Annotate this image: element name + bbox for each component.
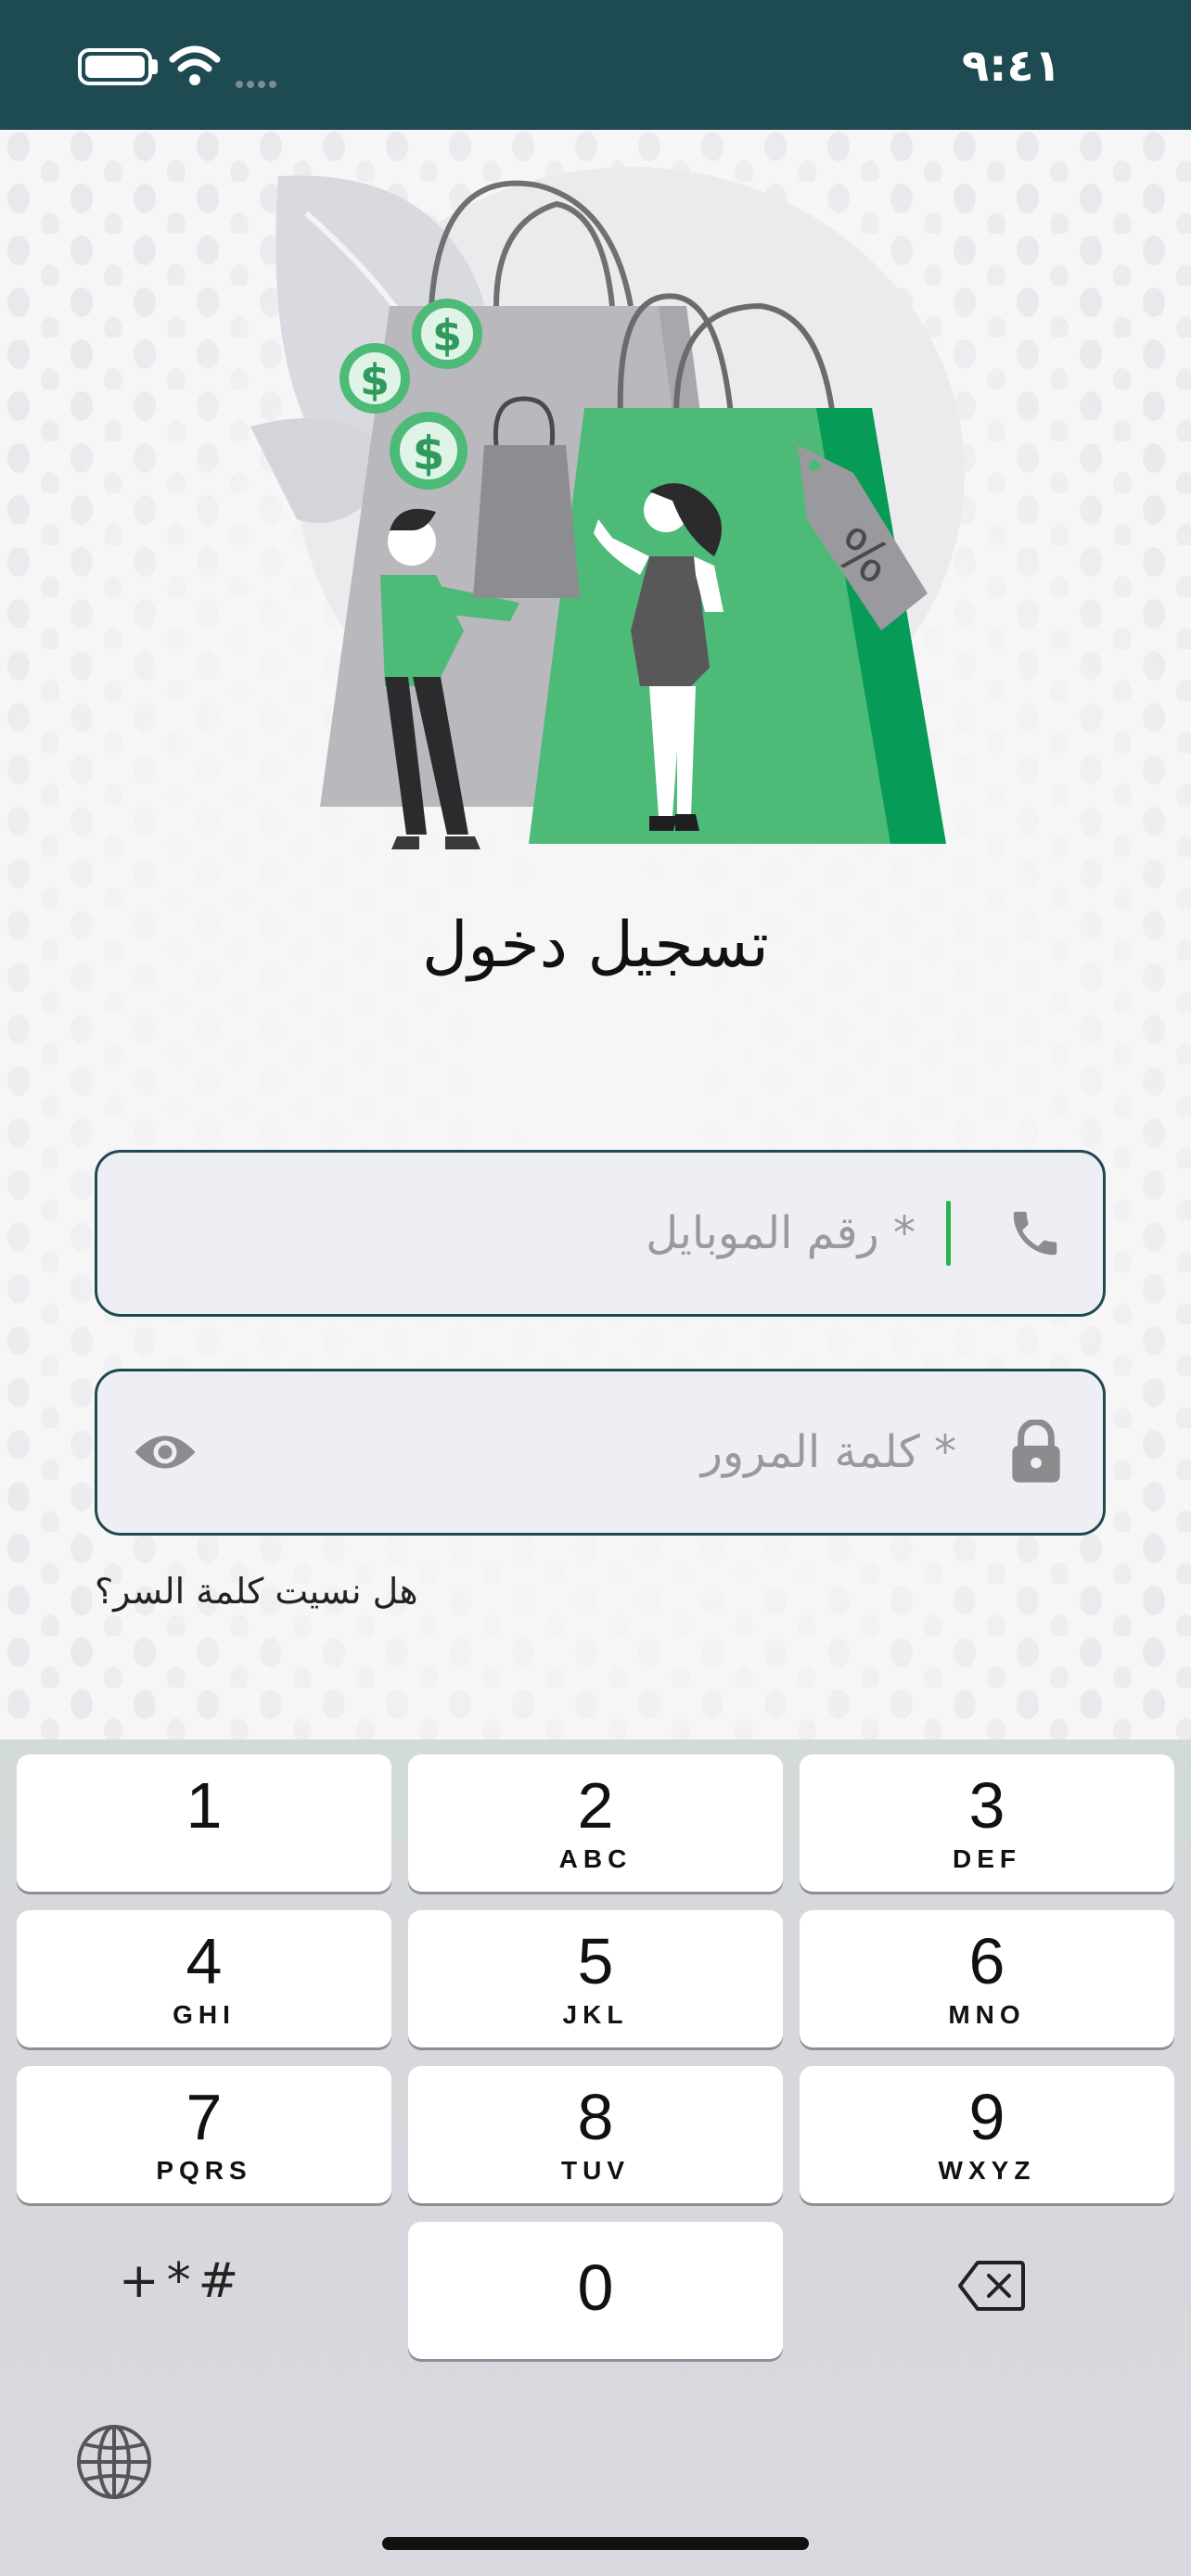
show-password-icon[interactable]	[133, 1429, 198, 1475]
key-9[interactable]: 9 WXYZ	[800, 2066, 1174, 2203]
status-time: ٩:٤١	[961, 40, 1061, 92]
globe-icon[interactable]	[74, 2422, 154, 2502]
key-7[interactable]: 7 PQRS	[17, 2066, 391, 2203]
battery-cap	[152, 59, 158, 74]
key-8[interactable]: 8 TUV	[408, 2066, 783, 2203]
mobile-number-placeholder: * رقم الموبايل	[646, 1207, 916, 1259]
svg-text:$: $	[360, 355, 390, 405]
svg-text:$: $	[432, 311, 462, 361]
key-letters: GHI	[173, 2000, 236, 2029]
key-digit: 5	[577, 1925, 614, 1997]
signal-dots-icon	[236, 74, 291, 88]
key-5[interactable]: 5 JKL	[408, 1910, 783, 2047]
home-indicator	[382, 2537, 809, 2550]
key-digit: 1	[186, 1769, 223, 1842]
battery-icon	[78, 48, 152, 85]
password-placeholder: * كلمة المرور	[700, 1426, 956, 1478]
key-digit: 4	[186, 1925, 223, 1997]
key-letters: WXYZ	[938, 2156, 1036, 2185]
key-1[interactable]: 1	[17, 1754, 391, 1892]
mobile-number-field[interactable]: * رقم الموبايل	[95, 1150, 1106, 1317]
key-digit: 2	[577, 1769, 614, 1842]
key-digit: 7	[186, 2081, 223, 2153]
key-0[interactable]: 0	[408, 2222, 783, 2359]
key-digit: 9	[968, 2081, 1005, 2153]
key-letters: DEF	[953, 1844, 1021, 1873]
svg-text:$: $	[413, 427, 445, 480]
wifi-icon	[169, 45, 221, 85]
key-6[interactable]: 6 MNO	[800, 1910, 1174, 2047]
key-digit: 6	[968, 1925, 1005, 1997]
key-letters: PQRS	[156, 2156, 252, 2185]
key-digit: 8	[577, 2081, 614, 2153]
lock-icon	[1012, 1420, 1060, 1483]
phone-icon	[1013, 1211, 1057, 1256]
text-caret	[946, 1201, 951, 1266]
key-3[interactable]: 3 DEF	[800, 1754, 1174, 1892]
key-letters: ABC	[558, 1844, 633, 1873]
key-letters: TUV	[561, 2156, 630, 2185]
page-title: تسجيل دخول	[422, 909, 769, 982]
shopping-illustration: % $ $ $	[250, 167, 965, 849]
key-4[interactable]: 4 GHI	[17, 1910, 391, 2047]
password-field[interactable]: * كلمة المرور	[95, 1369, 1106, 1536]
key-digit: 3	[968, 1769, 1005, 1842]
key-letters: JKL	[562, 2000, 629, 2029]
key-letters: MNO	[948, 2000, 1026, 2029]
backspace-icon[interactable]	[957, 2259, 1026, 2313]
forgot-password-link[interactable]: هل نسيت كلمة السر؟	[95, 1571, 418, 1612]
symbols-key[interactable]: +*#	[119, 2244, 267, 2318]
key-digit: 0	[577, 2251, 614, 2324]
status-bar: ٩:٤١	[0, 0, 1191, 130]
key-2[interactable]: 2 ABC	[408, 1754, 783, 1892]
